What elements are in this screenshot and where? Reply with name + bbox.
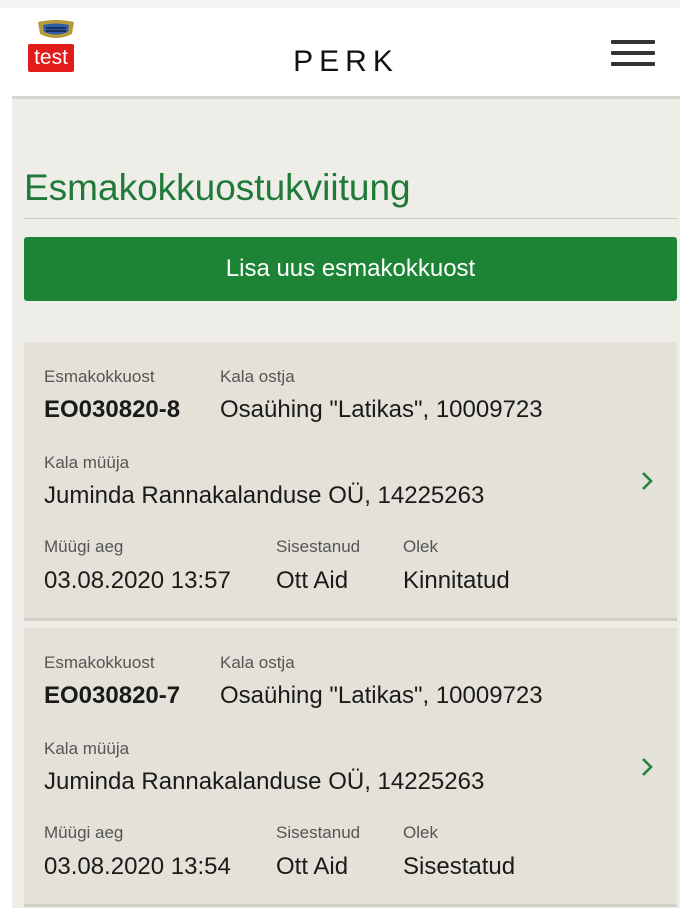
hamburger-menu-icon[interactable] xyxy=(611,40,655,70)
entered-by-label: Sisestanud xyxy=(276,537,361,556)
buyer-label: Kala ostja xyxy=(220,653,295,672)
sale-time-value: 03.08.2020 13:54 xyxy=(44,853,231,880)
purchase-label: Esmakokkuost xyxy=(44,367,155,386)
sale-time-value: 03.08.2020 13:57 xyxy=(44,567,231,594)
page-title: Esmakokkuostukviitung xyxy=(24,167,411,208)
buyer-value: Osaühing "Latikas", 10009723 xyxy=(220,396,543,423)
buyer-label: Kala ostja xyxy=(220,367,295,386)
seller-label: Kala müüja xyxy=(44,453,130,472)
coat-of-arms-icon xyxy=(38,20,74,38)
entered-by-value: Ott Aid xyxy=(276,567,349,594)
purchase-card[interactable]: Esmakokkuost Kala ostja EO030820-7 Osaüh… xyxy=(24,628,677,907)
status-label: Olek xyxy=(403,537,438,556)
status-label: Olek xyxy=(403,823,438,842)
seller-label: Kala müüja xyxy=(44,739,130,758)
app-header: test PERK xyxy=(12,8,680,99)
purchase-id: EO030820-7 xyxy=(44,682,181,709)
purchase-card[interactable]: Esmakokkuost Kala ostja EO030820-8 Osaüh… xyxy=(24,342,677,621)
buyer-value: Osaühing "Latikas", 10009723 xyxy=(220,682,543,709)
chevron-right-icon xyxy=(642,472,653,490)
top-strip xyxy=(0,0,680,8)
purchase-label: Esmakokkuost xyxy=(44,653,155,672)
status-value: Sisestatud xyxy=(403,853,516,880)
sale-time-label: Müügi aeg xyxy=(44,823,124,842)
title-divider xyxy=(24,218,678,219)
entered-by-value: Ott Aid xyxy=(276,853,349,880)
status-value: Kinnitatud xyxy=(403,567,510,594)
chevron-right-icon xyxy=(642,758,653,776)
main-content: Esmakokkuostukviitung Lisa uus esmakokku… xyxy=(12,99,680,908)
purchase-id: EO030820-8 xyxy=(44,396,181,423)
entered-by-label: Sisestanud xyxy=(276,823,361,842)
sale-time-label: Müügi aeg xyxy=(44,537,124,556)
app-brand: PERK xyxy=(293,45,399,78)
add-purchase-button[interactable]: Lisa uus esmakokkuost xyxy=(24,237,677,301)
seller-value: Juminda Rannakalanduse OÜ, 14225263 xyxy=(44,482,485,509)
seller-value: Juminda Rannakalanduse OÜ, 14225263 xyxy=(44,768,485,795)
